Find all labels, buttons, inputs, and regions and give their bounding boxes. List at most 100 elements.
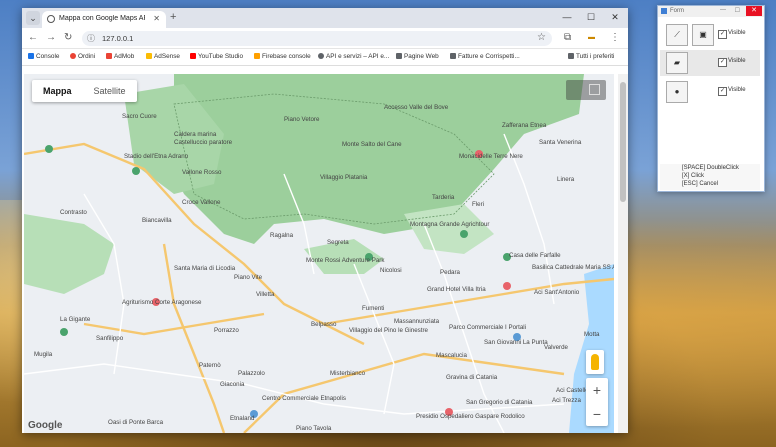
browser-window: ⌄ Mappa con Google Maps API c ✕ + — ☐ ✕ …: [22, 8, 628, 433]
tab-bar: ⌄ Mappa con Google Maps API c ✕ + — ☐ ✕: [22, 8, 628, 28]
visible-checkbox-3[interactable]: ✓: [718, 87, 727, 96]
fatture-icon: [450, 53, 456, 59]
new-tab-button[interactable]: +: [170, 11, 176, 23]
bookmark-adsense[interactable]: AdSense: [146, 53, 180, 60]
reload-icon[interactable]: ↻: [64, 32, 72, 43]
form-close-button[interactable]: ✕: [746, 6, 762, 16]
bookmark-star-icon[interactable]: ☆: [537, 32, 546, 43]
forward-arrow-icon[interactable]: →: [46, 32, 56, 43]
map-place-label: Piano Tavola: [296, 425, 332, 432]
visible-checkbox-2[interactable]: ✓: [718, 58, 727, 67]
back-arrow-icon[interactable]: ←: [28, 32, 38, 43]
minimize-button[interactable]: —: [556, 12, 578, 22]
map-place-label: Massannunziata: [394, 318, 440, 325]
map-place-label: Castelluccio paratore: [174, 139, 233, 146]
map-place-label: Santa Venerina: [539, 139, 582, 146]
map-place-label: Mascalucia: [436, 352, 468, 359]
form-app-icon: [661, 8, 667, 14]
map-place-label: La Gigante: [60, 316, 91, 323]
close-window-button[interactable]: ✕: [604, 12, 626, 23]
folder-icon: [568, 53, 574, 59]
api-icon: [318, 53, 324, 59]
image-icon[interactable]: ▰: [666, 52, 688, 74]
map-place-label: Santa Maria di Licodia: [174, 265, 236, 272]
zoom-out-button[interactable]: −: [586, 402, 608, 426]
map-place-label: Tarderia: [432, 194, 455, 201]
map-place-label: Monte Rossi Adventure Park: [306, 257, 385, 264]
map-place-label: Agriturismo Corte Aragonese: [122, 299, 202, 306]
form-row-2: ▰ ✓ Visible: [660, 50, 760, 76]
map-place-label: Aci Sant'Antonio: [534, 289, 580, 296]
tab-search-button[interactable]: ⌄: [26, 11, 40, 25]
map-place-label: Fumenti: [362, 305, 384, 312]
line-chart-icon[interactable]: ⟋: [666, 24, 688, 46]
visible-checkbox-1[interactable]: ✓: [718, 30, 727, 39]
map-place-label: Gravina di Catania: [446, 374, 498, 381]
bookmark-firebase[interactable]: Firebase console: [254, 53, 311, 60]
extension-badge-icon[interactable]: ▬: [588, 34, 595, 41]
frame-icon[interactable]: ▣: [692, 24, 714, 46]
form-title-bar: Form — ☐ ✕: [658, 6, 764, 17]
map-place-label: Misterbianco: [330, 370, 366, 377]
map-place-label: Presidio Ospedaliero Gaspare Rodolico: [416, 413, 525, 420]
bookmark-api[interactable]: API e servizi – API e...: [318, 53, 389, 60]
scrollbar-thumb[interactable]: [620, 82, 626, 202]
tab-maps[interactable]: Mappa con Google Maps API c ✕: [42, 11, 166, 28]
map-place-label: Casa delle Farfalle: [509, 252, 561, 259]
map-place-label: Zafferana Etnea: [502, 122, 547, 129]
zoom-in-button[interactable]: +: [586, 378, 608, 402]
url-text: 127.0.0.1: [102, 34, 134, 43]
form-maximize-button[interactable]: ☐: [735, 7, 740, 14]
visible-label-1: Visible: [728, 30, 746, 36]
maximize-button[interactable]: ☐: [580, 12, 602, 23]
map-place-label: Piano Vetore: [284, 116, 320, 123]
map-place-label: Centro Commerciale Etnapolis: [262, 395, 346, 402]
map-type-mappa[interactable]: Mappa: [32, 80, 83, 102]
bookmark-console[interactable]: Console: [28, 53, 59, 60]
street-view-pegman[interactable]: [586, 350, 604, 374]
map-place-label: Villetta: [256, 291, 275, 298]
close-tab-icon[interactable]: ✕: [153, 14, 160, 23]
map-place-label: Piano Vite: [234, 274, 263, 281]
map-place-label: Palazzolo: [238, 370, 265, 377]
address-bar[interactable]: ⓘ 127.0.0.1 ☆: [82, 31, 552, 46]
form-help-text: [SPACE] DoubleClick [X] Click [ESC] Canc…: [660, 164, 760, 190]
map-place-label: Nicolosi: [380, 267, 402, 274]
form-minimize-button[interactable]: —: [720, 7, 726, 13]
map-place-label: Montagna Grande Agrichtour: [410, 221, 489, 228]
adsense-icon: [146, 53, 152, 59]
dot-icon[interactable]: ●: [666, 81, 688, 103]
map-place-label: Parco Commerciale I Portali: [449, 324, 526, 331]
bookmarks-bar: Console Ordini AdMob AdSense YouTube Stu…: [22, 49, 628, 66]
bookmark-all[interactable]: Tutti i preferiti: [568, 53, 614, 60]
map-place-label: Villaggio Platania: [320, 174, 368, 181]
extensions-icon[interactable]: ⧉: [564, 32, 571, 43]
map-place-label: Fleri: [472, 201, 484, 208]
bookmark-pagine-web[interactable]: Pagine Web: [396, 53, 439, 60]
map-place-label: Sacro Cuore: [122, 113, 157, 120]
map-place-label: Segreta: [327, 239, 349, 246]
map-place-label: San Giovanni La Punta: [484, 339, 548, 346]
bookmark-ordini[interactable]: Ordini: [70, 53, 95, 60]
google-icon: [70, 53, 76, 59]
map-place-label: Aci Trezza: [552, 397, 581, 404]
map-place-label: Biancavilla: [142, 217, 172, 224]
map-place-label: Accesso Valle del Bove: [384, 104, 449, 111]
bookmark-fatture[interactable]: Fatture e Corrispetti...: [450, 53, 520, 60]
form-window: Form — ☐ ✕ ⟋ ▣ ✓ Visible ▰ ✓ Visible ● ✓…: [657, 5, 765, 192]
google-map[interactable]: Sacro Cuore Caldera marina Castelluccio pa…: [24, 74, 614, 433]
fullscreen-button[interactable]: [566, 80, 606, 100]
page-scrollbar[interactable]: [618, 74, 628, 433]
map-place-label: Ragalna: [270, 232, 294, 239]
site-info-icon[interactable]: ⓘ: [87, 33, 95, 44]
map-place-label: Giaconia: [220, 381, 245, 388]
map-place-label: San Gregorio di Catania: [466, 399, 533, 406]
menu-icon[interactable]: ⋮: [610, 32, 620, 43]
bookmark-admob[interactable]: AdMob: [106, 53, 134, 60]
form-row-1: ⟋ ▣ ✓ Visible: [660, 22, 760, 48]
bookmark-youtube-studio[interactable]: YouTube Studio: [190, 53, 243, 60]
map-place-label: Stadio dell'Etna Adrano: [124, 153, 189, 160]
map-type-satellite[interactable]: Satellite: [83, 80, 137, 102]
map-canvas: Sacro Cuore Caldera marinaCastelluccio pa…: [24, 74, 614, 433]
help-cancel: [ESC] Cancel: [682, 181, 719, 187]
